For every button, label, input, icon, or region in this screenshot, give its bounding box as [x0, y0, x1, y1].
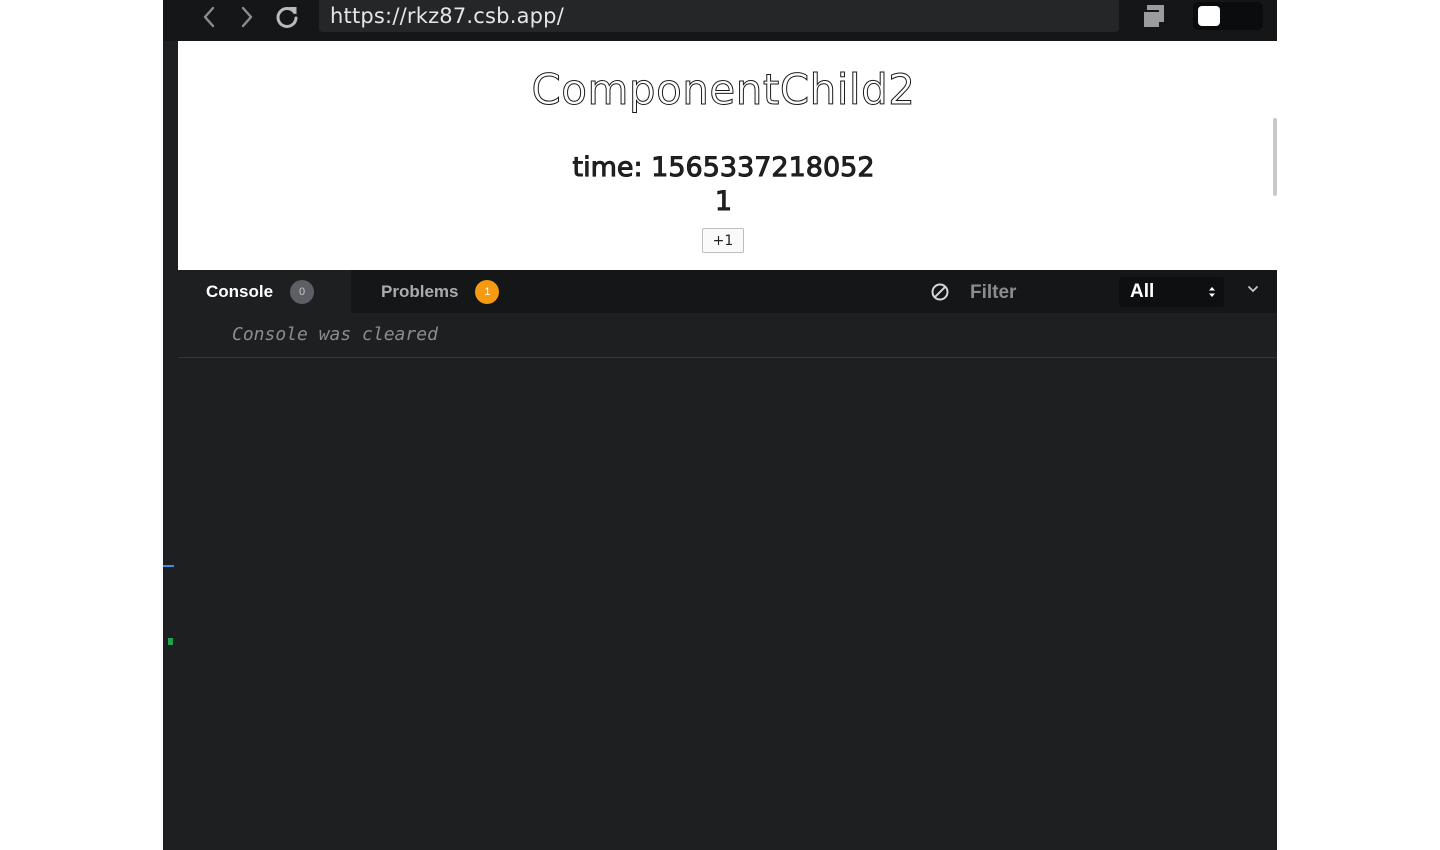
console-message: Console was cleared: [178, 313, 1277, 358]
count-value: 1: [714, 186, 733, 218]
preview-pane: ComponentChild2 time: 1565337218052 1 +1: [178, 41, 1269, 299]
devtools-tabbar: Console 0 Problems 1 All: [178, 270, 1277, 313]
tab-console-label: Console: [206, 281, 274, 301]
preview-scrollbar[interactable]: [1273, 118, 1277, 196]
toggle-knob: [1198, 6, 1220, 26]
page-heading: ComponentChild2: [531, 65, 916, 115]
time-text: time: 1565337218052: [572, 152, 875, 184]
url-input[interactable]: https://rkz87.csb.app/: [319, 0, 1119, 32]
open-new-window-button[interactable]: [1139, 2, 1167, 30]
browser-toolbar: https://rkz87.csb.app/: [163, 0, 1277, 41]
increment-button[interactable]: +1: [702, 228, 744, 253]
forward-arrow-icon: [241, 6, 253, 28]
theme-toggle[interactable]: [1193, 2, 1263, 30]
log-level-select[interactable]: All: [1119, 277, 1224, 307]
chevron-down-icon[interactable]: [1247, 284, 1259, 294]
clear-console-icon[interactable]: [930, 282, 950, 302]
tab-problems-label: Problems: [381, 281, 459, 301]
gutter-marker-green: [168, 638, 173, 645]
log-level-value: All: [1130, 281, 1155, 302]
reload-button[interactable]: [273, 3, 301, 31]
tab-console[interactable]: Console 0: [178, 270, 351, 313]
new-window-icon: [1142, 5, 1164, 27]
select-arrows-icon: [1209, 287, 1215, 297]
back-arrow-icon: [203, 6, 215, 28]
back-button[interactable]: [195, 3, 223, 31]
console-count-badge: 0: [290, 279, 315, 304]
codesandbox-app: https://rkz87.csb.app/ ComponentChild2 t…: [163, 0, 1277, 850]
console-output: Console was cleared: [178, 313, 1277, 850]
tab-problems[interactable]: Problems 1: [381, 270, 500, 313]
gutter-marker: [163, 565, 174, 567]
filter-input[interactable]: [968, 278, 1112, 308]
reload-icon: [276, 7, 298, 28]
forward-button[interactable]: [233, 3, 261, 31]
problems-count-badge: 1: [475, 279, 500, 304]
